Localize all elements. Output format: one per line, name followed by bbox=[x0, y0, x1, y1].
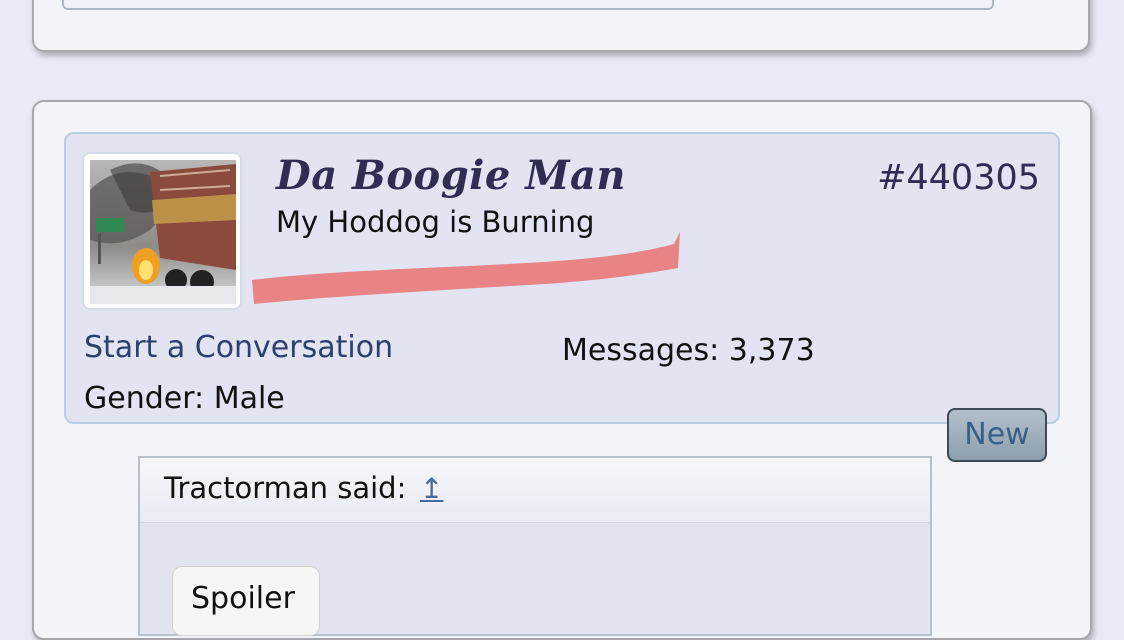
username[interactable]: Da Boogie Man bbox=[276, 152, 626, 199]
previous-post-inner-box bbox=[62, 0, 994, 10]
redaction-mark bbox=[252, 232, 680, 304]
post-number[interactable]: #440305 bbox=[877, 158, 1040, 198]
gender-value: Male bbox=[213, 381, 285, 416]
avatar[interactable] bbox=[82, 152, 242, 310]
messages-stat: Messages: 3,373 bbox=[562, 333, 815, 368]
messages-label: Messages: bbox=[562, 333, 720, 368]
avatar-image bbox=[90, 160, 236, 304]
messages-value: 3,373 bbox=[728, 333, 815, 368]
gender-stat: Gender: Male bbox=[84, 381, 285, 416]
quote-author: Tractorman said: bbox=[164, 471, 407, 505]
up-arrow-icon[interactable]: ↥ bbox=[420, 472, 443, 505]
new-badge[interactable]: New bbox=[947, 408, 1047, 462]
gender-label: Gender: bbox=[84, 381, 205, 416]
spoiler-button[interactable]: Spoiler bbox=[172, 566, 320, 636]
start-conversation-link[interactable]: Start a Conversation bbox=[84, 330, 393, 365]
